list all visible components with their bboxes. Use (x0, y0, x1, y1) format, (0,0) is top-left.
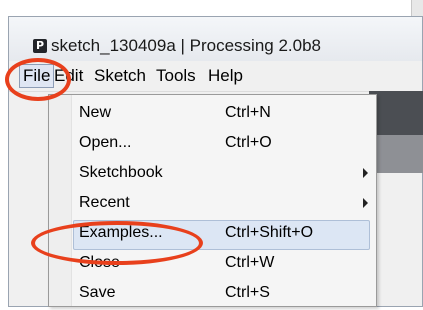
menu-item-label: Examples... (79, 224, 163, 241)
menu-item-new[interactable]: New Ctrl+N (49, 99, 376, 130)
menu-help[interactable]: Help (205, 65, 246, 87)
menu-item-shortcut: Ctrl+Shift+O (225, 224, 314, 241)
window-title: sketch_130409a | Processing 2.0b8 (51, 36, 321, 55)
menu-file[interactable]: File (19, 64, 55, 88)
menu-item-label: Recent (79, 194, 130, 211)
menu-item-recent[interactable]: Recent (49, 189, 376, 220)
menu-item-examples[interactable]: Examples... Ctrl+Shift+O (49, 219, 376, 250)
menu-item-shortcut: Ctrl+N (225, 104, 271, 121)
processing-app-icon: P (33, 39, 47, 53)
menu-item-label: Open... (79, 134, 132, 151)
menu-item-shortcut: Ctrl+O (225, 134, 272, 151)
menu-item-label: Sketchbook (79, 164, 163, 181)
title-bar[interactable]: P sketch_130409a | Processing 2.0b8 (9, 17, 422, 61)
menu-item-label: Close (79, 254, 120, 271)
submenu-arrow-icon (363, 168, 368, 178)
menu-item-save[interactable]: Save Ctrl+S (49, 279, 376, 310)
menu-tools[interactable]: Tools (153, 65, 199, 87)
menu-item-label: New (79, 104, 112, 121)
menu-item-shortcut: Ctrl+S (225, 284, 270, 301)
menu-item-open[interactable]: Open... Ctrl+O (49, 129, 376, 160)
menu-sketch[interactable]: Sketch (91, 65, 149, 87)
file-menu-dropdown: New Ctrl+N Open... Ctrl+O Sketchbook Rec… (48, 94, 377, 307)
menu-item-shortcut: Ctrl+W (225, 254, 275, 271)
editor-tab-strip (369, 135, 423, 173)
menu-item-sketchbook[interactable]: Sketchbook (49, 159, 376, 190)
editor-toolbar (369, 91, 423, 135)
menu-item-close[interactable]: Close Ctrl+W (49, 249, 376, 280)
menu-item-label: Save (79, 284, 116, 301)
submenu-arrow-icon (363, 198, 368, 208)
menu-bar: File Edit Sketch Tools Help (9, 61, 422, 92)
menu-edit[interactable]: Edit (51, 65, 86, 87)
